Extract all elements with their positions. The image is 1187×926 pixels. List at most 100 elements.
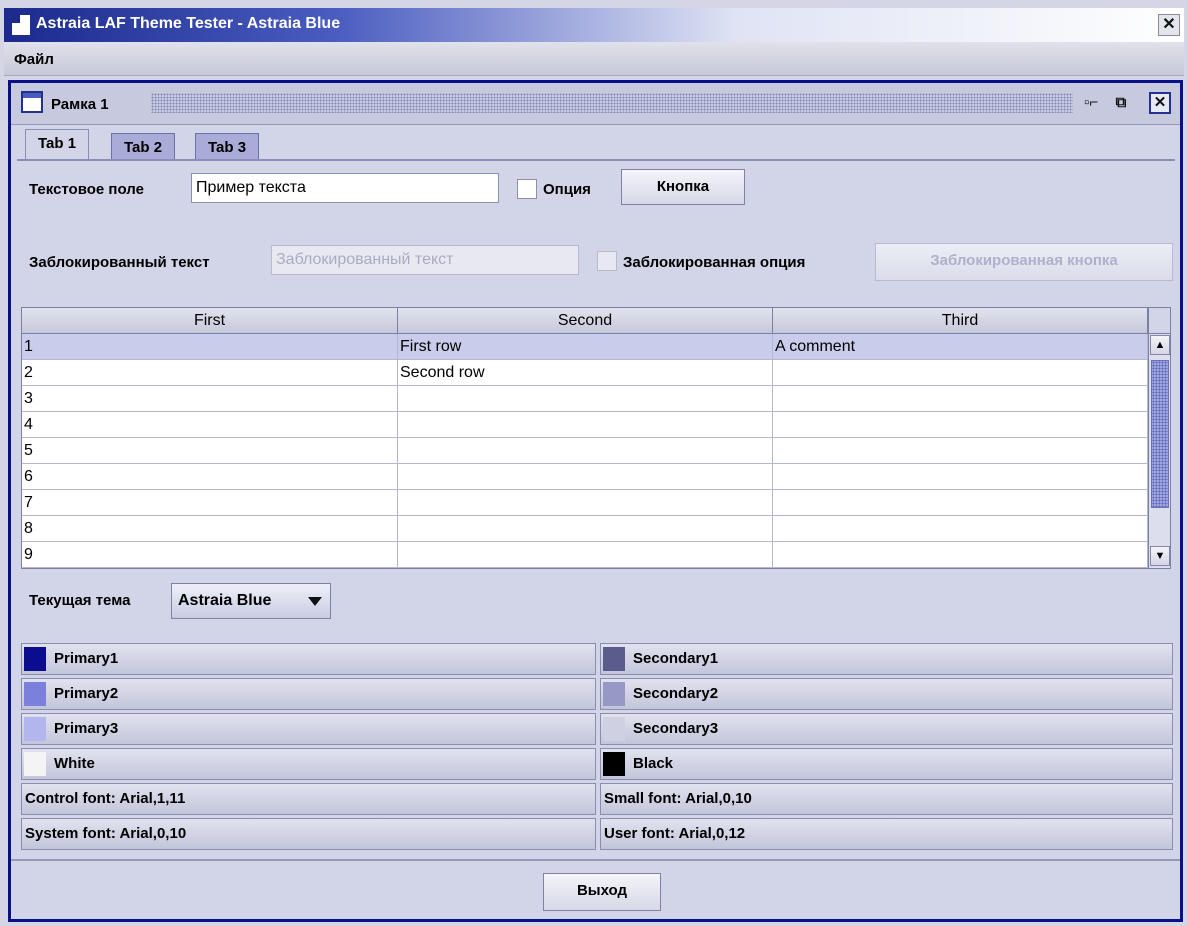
text-field[interactable]: Пример текста (191, 173, 499, 203)
frame-icon (21, 91, 43, 113)
system-font-button[interactable]: System font: Arial,0,10 (21, 818, 596, 850)
table-row[interactable]: 9 (22, 542, 1148, 568)
table-row[interactable]: 8 (22, 516, 1148, 542)
user-font-button[interactable]: User font: Arial,0,12 (600, 818, 1173, 850)
color-primary2-label: Primary2 (54, 685, 119, 702)
color-swatch-primary3 (24, 717, 46, 741)
table-cell: 8 (22, 516, 398, 542)
app-window: Astraia LAF Theme Tester - Astraia Blue … (0, 0, 1187, 926)
color-secondary3-label: Secondary3 (633, 720, 719, 737)
text-field-label: Текстовое поле (29, 181, 144, 198)
table-cell (773, 542, 1148, 568)
table-row[interactable]: 4 (22, 412, 1148, 438)
table-cell (773, 490, 1148, 516)
tab-1[interactable]: Tab 1 (25, 129, 90, 160)
table-cell (398, 438, 773, 464)
color-swatch-secondary2 (603, 682, 625, 706)
color-black-label: Black (633, 755, 674, 772)
internal-frame: Рамка 1 ▫⌐ ⧉ ✕ Tab 1 Tab 2 Tab 3 Текстов… (8, 80, 1183, 922)
color-primary3-label: Primary3 (54, 720, 119, 737)
table-cell (398, 516, 773, 542)
small-font-button[interactable]: Small font: Arial,0,10 (600, 783, 1173, 815)
frame-close-icon[interactable]: ✕ (1149, 92, 1171, 114)
color-swatch-black (603, 752, 625, 776)
table-cell (773, 360, 1148, 386)
table-row[interactable]: 2 Second row (22, 360, 1148, 386)
table-cell (773, 516, 1148, 542)
table-cell (398, 386, 773, 412)
minimize-icon[interactable]: ▫⌐ (1079, 92, 1103, 114)
color-secondary3-button[interactable]: Secondary3 (600, 713, 1173, 745)
data-table: First Second Third 1 First row A comment… (21, 307, 1171, 569)
table-cell (773, 412, 1148, 438)
color-primary1-button[interactable]: Primary1 (21, 643, 596, 675)
menu-bar: Файл (4, 42, 1184, 76)
frame-title: Рамка 1 (51, 96, 109, 113)
column-header-first[interactable]: First (22, 308, 398, 334)
table-cell (398, 490, 773, 516)
table-cell: 9 (22, 542, 398, 568)
table-cell: Second row (398, 360, 773, 386)
column-header-second[interactable]: Second (398, 308, 773, 334)
color-secondary2-label: Secondary2 (633, 685, 719, 702)
table-row[interactable]: 3 (22, 386, 1148, 412)
color-primary3-button[interactable]: Primary3 (21, 713, 596, 745)
exit-button[interactable]: Выход (543, 873, 661, 911)
color-secondary1-button[interactable]: Secondary1 (600, 643, 1173, 675)
theme-label: Текущая тема (29, 592, 131, 609)
close-icon[interactable]: ✕ (1158, 14, 1180, 36)
footer-divider (11, 859, 1180, 861)
table-row[interactable]: 1 First row A comment (22, 334, 1148, 360)
tab-3[interactable]: Tab 3 (195, 133, 260, 161)
action-button[interactable]: Кнопка (621, 169, 745, 205)
color-black-button[interactable]: Black (600, 748, 1173, 780)
maximize-icon[interactable]: ⧉ (1109, 92, 1133, 114)
menu-file[interactable]: Файл (14, 51, 54, 68)
color-primary2-button[interactable]: Primary2 (21, 678, 596, 710)
table-scrollbar[interactable]: ▲ ▼ (1148, 308, 1170, 568)
tab-2[interactable]: Tab 2 (111, 133, 176, 161)
disabled-text-label: Заблокированный текст (29, 254, 210, 271)
color-swatch-secondary3 (603, 717, 625, 741)
color-secondary2-button[interactable]: Secondary2 (600, 678, 1173, 710)
disabled-option-checkbox (597, 251, 617, 271)
option-label: Опция (543, 181, 591, 198)
color-white-label: White (54, 755, 95, 772)
control-font-label: Control font: Arial,1,11 (25, 790, 186, 807)
scrollbar-corner (1149, 308, 1170, 334)
table-cell: A comment (773, 334, 1148, 360)
table-cell: First row (398, 334, 773, 360)
option-checkbox[interactable] (517, 179, 537, 199)
control-font-button[interactable]: Control font: Arial,1,11 (21, 783, 596, 815)
color-swatch-secondary1 (603, 647, 625, 671)
title-bar[interactable]: Astraia LAF Theme Tester - Astraia Blue … (4, 8, 1184, 42)
table-cell: 2 (22, 360, 398, 386)
color-secondary1-label: Secondary1 (633, 650, 719, 667)
window-title: Astraia LAF Theme Tester - Astraia Blue (36, 15, 341, 32)
chevron-down-icon (308, 597, 322, 606)
disabled-button: Заблокированная кнопка (875, 243, 1173, 281)
tab-divider (17, 159, 1175, 161)
table-cell: 7 (22, 490, 398, 516)
title-bar-texture (151, 93, 1073, 113)
table-cell (398, 542, 773, 568)
system-font-label: System font: Arial,0,10 (25, 825, 187, 842)
table-cell (398, 464, 773, 490)
scroll-down-icon[interactable]: ▼ (1150, 546, 1170, 566)
column-header-third[interactable]: Third (773, 308, 1148, 334)
table-cell: 3 (22, 386, 398, 412)
scroll-thumb[interactable] (1151, 360, 1169, 508)
table-cell: 6 (22, 464, 398, 490)
table-row[interactable]: 5 (22, 438, 1148, 464)
table-cell: 5 (22, 438, 398, 464)
color-white-button[interactable]: White (21, 748, 596, 780)
frame-title-bar[interactable]: Рамка 1 ▫⌐ ⧉ ✕ (11, 83, 1180, 125)
table-row[interactable]: 7 (22, 490, 1148, 516)
theme-select[interactable]: Astraia Blue (171, 583, 331, 619)
color-swatch-primary2 (24, 682, 46, 706)
app-icon (12, 15, 30, 35)
scroll-up-icon[interactable]: ▲ (1150, 335, 1170, 355)
theme-select-value: Astraia Blue (178, 592, 272, 609)
color-swatch-white (24, 752, 46, 776)
table-row[interactable]: 6 (22, 464, 1148, 490)
